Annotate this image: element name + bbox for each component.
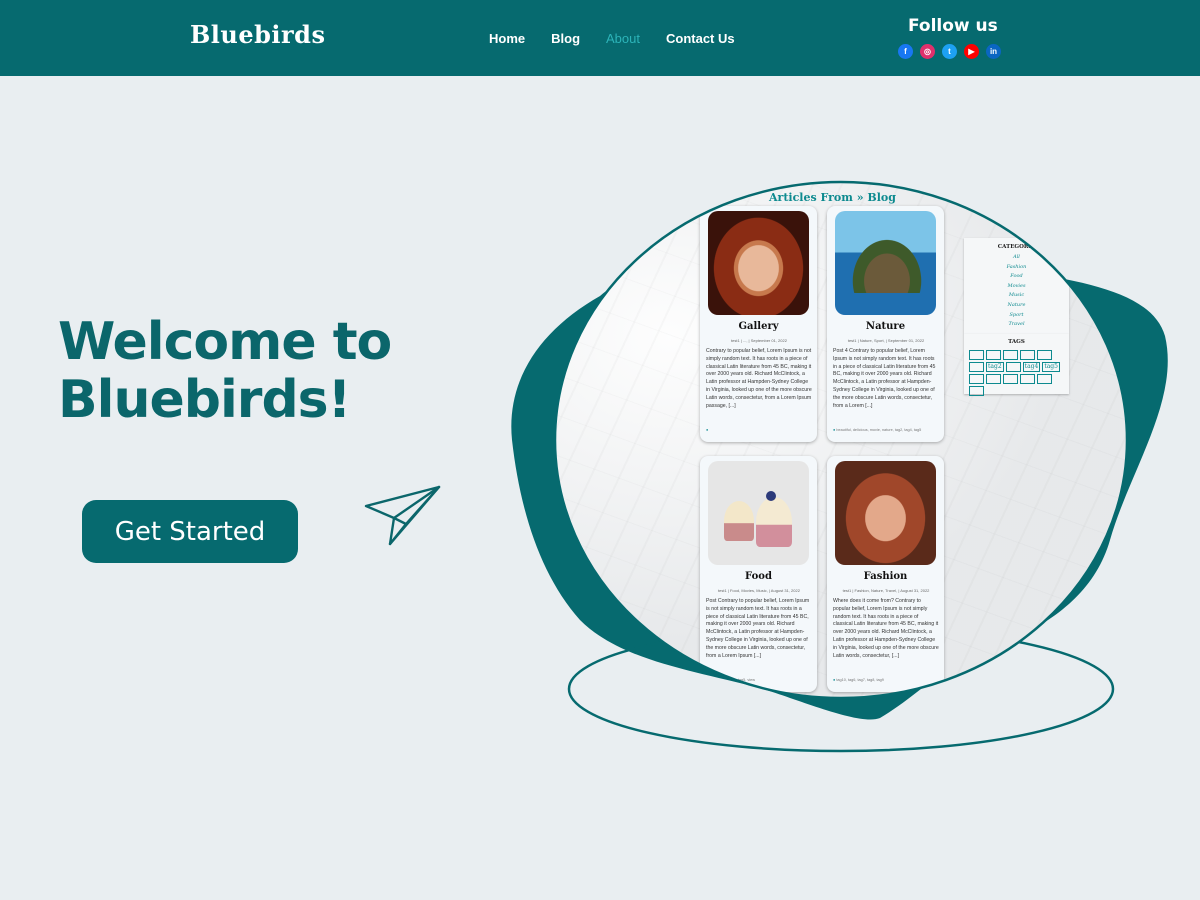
category-link[interactable]: Movies <box>964 282 1069 292</box>
article-meta: test1 | Food, Movies, Music, | August 31… <box>718 588 800 593</box>
categories-title: CATEGORIE <box>997 244 1036 250</box>
tag-chip-list: tag2 tag4 tag5 <box>969 350 1067 396</box>
tag-chip[interactable] <box>1003 350 1018 360</box>
tag-chip[interactable] <box>969 386 984 396</box>
article-tags: ● tag10, tag6, tag7, tag8, tag9 <box>833 678 884 682</box>
article-image-fashion <box>835 461 936 565</box>
tag-chip[interactable] <box>969 374 984 384</box>
mockup-title: Articles From » Blog <box>769 191 896 204</box>
tags-widget: TAGS tag2 tag4 tag5 <box>964 334 1069 396</box>
tag-icon: ● <box>833 678 836 682</box>
tag-chip[interactable]: tag5 <box>1042 362 1060 372</box>
article-title[interactable]: Nature <box>827 321 944 332</box>
article-image-nature <box>835 211 936 315</box>
article-card[interactable]: Nature test1 | Nature, Sport, | Septembe… <box>827 206 944 442</box>
article-excerpt: Where does it come from? Contrary to pop… <box>833 598 939 659</box>
article-tags: ● <box>706 428 708 432</box>
categories-widget: CATEGORIE All Fashion Food Movies Music … <box>964 238 1069 334</box>
tag-chip[interactable]: tag4 <box>1022 362 1041 372</box>
cupcake-left <box>724 501 754 541</box>
tags-title: TAGS <box>1008 339 1025 345</box>
tag-icon: ● <box>706 428 709 432</box>
category-link[interactable]: Fashion <box>964 263 1069 273</box>
rock-island <box>847 233 927 293</box>
article-title[interactable]: Gallery <box>700 321 817 332</box>
category-link[interactable]: Music <box>964 291 1069 301</box>
category-link[interactable]: Food <box>964 272 1069 282</box>
article-tags-text: beautiful, delicious, movie, nature, tag… <box>836 428 922 432</box>
article-meta: test1 | ..., | September 01, 2022 <box>731 338 787 343</box>
category-link[interactable]: Travel <box>964 320 1069 330</box>
article-excerpt: Post Contrary to popular belief, Lorem I… <box>706 598 810 659</box>
article-excerpt: Contrary to popular belief, Lorem Ipsum … <box>706 348 812 409</box>
blog-preview-mockup: Articles From » Blog Gallery test1 | ...… <box>555 182 1127 698</box>
article-tags-text: tag10, tag6, tag7, tag8, tag9 <box>836 678 884 682</box>
tag-chip[interactable]: tag2 <box>986 362 1004 372</box>
article-image-food <box>708 461 809 565</box>
article-image-gallery <box>708 211 809 315</box>
tag-chip[interactable] <box>986 350 1001 360</box>
article-tags-text: tag2, tag3, tag4, tag5, view <box>709 678 755 682</box>
tag-chip[interactable] <box>1003 374 1018 384</box>
category-link[interactable]: Nature <box>964 301 1069 311</box>
cupcake-right <box>756 497 792 547</box>
article-card[interactable]: Fashion test1 | Fashion, Nature, Travel,… <box>827 456 944 692</box>
article-meta: test1 | Fashion, Nature, Travel, | Augus… <box>842 588 930 593</box>
tag-chip[interactable] <box>1020 374 1035 384</box>
category-link[interactable]: Sport <box>964 311 1069 321</box>
tag-icon: ● <box>706 678 709 682</box>
article-excerpt: Post 4 Contrary to popular belief, Lorem… <box>833 348 936 409</box>
article-meta: test1 | Nature, Sport, | September 01, 2… <box>847 338 925 343</box>
tag-chip[interactable] <box>969 362 984 372</box>
tag-chip[interactable] <box>986 374 1001 384</box>
article-card[interactable]: Gallery test1 | ..., | September 01, 202… <box>700 206 817 442</box>
tag-icon: ● <box>833 428 836 432</box>
tag-chip[interactable] <box>969 350 984 360</box>
category-link[interactable]: All <box>964 253 1069 263</box>
article-tags: ● beautiful, delicious, movie, nature, t… <box>833 428 921 432</box>
berry <box>766 491 776 501</box>
tag-chip[interactable] <box>1037 374 1052 384</box>
article-title[interactable]: Fashion <box>827 571 944 582</box>
tag-chip[interactable] <box>1020 350 1035 360</box>
article-tags: ● tag2, tag3, tag4, tag5, view <box>706 678 755 682</box>
article-title[interactable]: Food <box>700 571 817 582</box>
tag-chip[interactable] <box>1037 350 1052 360</box>
article-card[interactable]: Food test1 | Food, Movies, Music, | Augu… <box>700 456 817 692</box>
tag-chip[interactable] <box>1005 362 1021 372</box>
